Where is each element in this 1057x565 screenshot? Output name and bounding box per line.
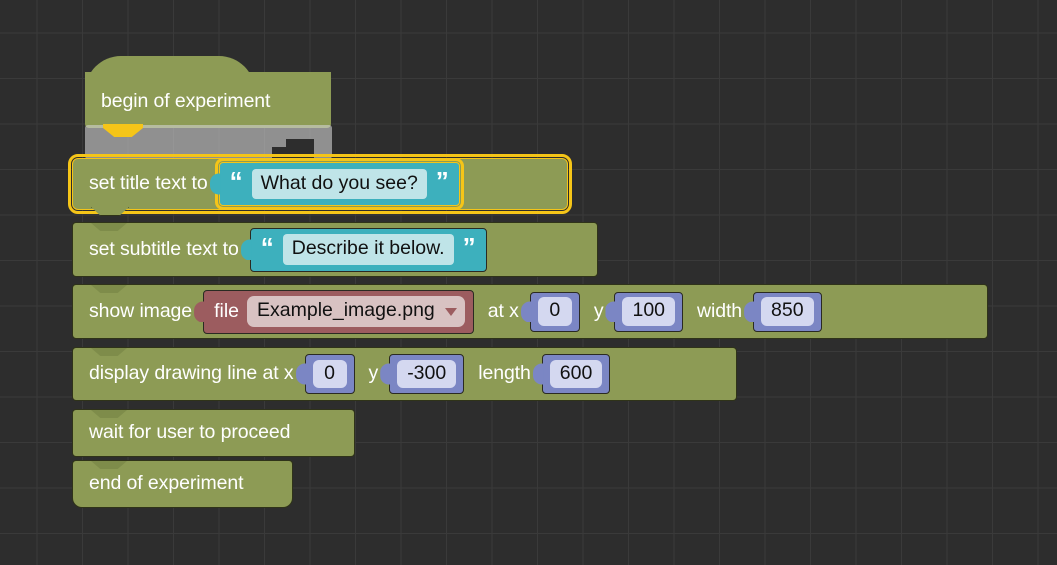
number-field-line-length[interactable]: 600 — [549, 359, 603, 389]
number-field-image-x[interactable]: 0 — [537, 297, 572, 326]
block-label-image-y: y — [593, 299, 604, 322]
value-block-line-x[interactable]: 0 — [304, 354, 355, 394]
dropdown-field-image-file[interactable]: Example_image.png — [247, 296, 465, 327]
insertion-marker-cutout — [286, 139, 314, 159]
block-bottom-notch — [91, 207, 129, 216]
block-display-drawing-line[interactable]: display drawing line at x 0 y -300 lengt… — [72, 347, 737, 401]
chevron-down-icon — [444, 307, 457, 316]
block-label-wait-for-user: wait for user to proceed — [89, 421, 291, 444]
block-wait-for-user[interactable]: wait for user to proceed — [72, 409, 355, 457]
block-set-title-text[interactable]: set title text to “ What do you see? ” — [68, 154, 572, 216]
text-field-title[interactable]: What do you see? — [251, 168, 427, 200]
number-field-line-y[interactable]: -300 — [397, 359, 457, 389]
value-block-line-length[interactable]: 600 — [541, 354, 611, 394]
block-label-display-drawing-line: display drawing line at x — [89, 362, 294, 385]
block-workspace-canvas[interactable]: begin of experiment set title text to “ … — [0, 0, 1057, 565]
block-label-at-x: at x — [487, 299, 519, 322]
block-label-set-subtitle-text: set subtitle text to — [89, 237, 239, 260]
file-keyword-label: file — [214, 300, 239, 322]
block-begin-of-experiment[interactable]: begin of experiment — [85, 56, 331, 137]
block-label-line-length: length — [478, 362, 531, 385]
block-label-begin-of-experiment: begin of experiment — [101, 90, 271, 112]
value-block-image-width[interactable]: 850 — [753, 291, 822, 332]
block-label-line-y: y — [368, 362, 379, 385]
value-block-file-picker[interactable]: file Example_image.png — [203, 289, 474, 334]
number-field-line-x[interactable]: 0 — [312, 359, 347, 389]
value-block-image-y[interactable]: 100 — [614, 291, 684, 332]
block-label-set-title-text: set title text to — [89, 172, 208, 195]
value-block-title-string[interactable]: “ What do you see? ” — [214, 158, 464, 210]
block-show-image[interactable]: show image file Example_image.png at x 0… — [72, 284, 988, 339]
block-top-notch — [91, 410, 127, 418]
block-set-subtitle-text[interactable]: set subtitle text to “ Describe it below… — [72, 222, 598, 277]
block-label-image-width: width — [697, 299, 743, 322]
block-label-end-of-experiment: end of experiment — [89, 472, 244, 495]
number-field-image-y[interactable]: 100 — [622, 297, 676, 326]
dropdown-value-image-file: Example_image.png — [257, 299, 435, 322]
number-field-image-width[interactable]: 850 — [761, 297, 814, 326]
value-block-image-x[interactable]: 0 — [529, 291, 580, 332]
block-end-of-experiment[interactable]: end of experiment — [72, 460, 293, 508]
block-label-show-image: show image — [89, 299, 193, 322]
block-top-notch — [91, 461, 127, 469]
value-block-line-y[interactable]: -300 — [389, 354, 465, 394]
value-block-subtitle-string[interactable]: “ Describe it below. ” — [249, 227, 487, 272]
text-field-subtitle[interactable]: Describe it below. — [282, 234, 454, 265]
